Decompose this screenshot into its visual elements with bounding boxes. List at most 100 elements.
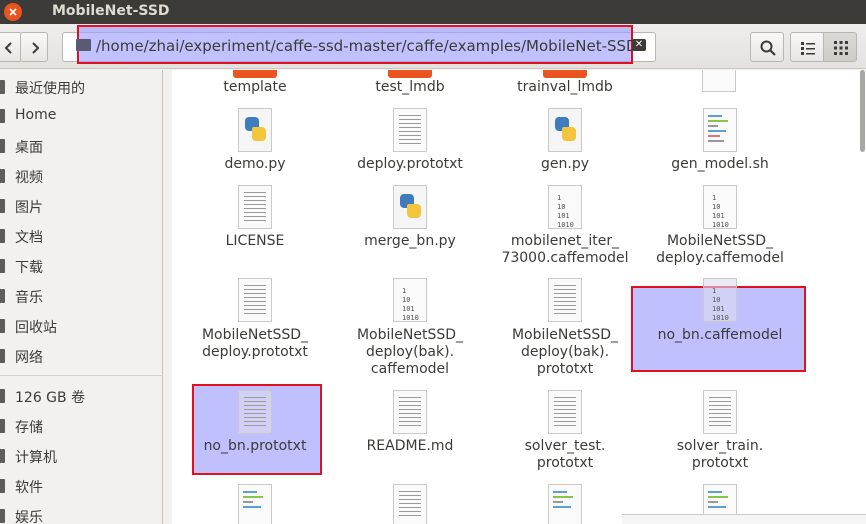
grid-view-button[interactable] <box>823 32 857 62</box>
file-name: MobileNetSSD_ deploy(bak). prototxt <box>511 327 619 377</box>
file-name: test_lmdb <box>375 79 445 95</box>
binary-file-icon: 1 10 101 1010 <box>393 278 427 322</box>
sidebar-item-storage[interactable]: 存储 <box>0 413 160 439</box>
file-name: LICENSE <box>225 233 285 249</box>
sidebar-item-recent[interactable]: 最近使用的 <box>0 74 160 100</box>
folder-icon <box>543 70 587 78</box>
chevron-right-icon <box>32 42 40 54</box>
drive-icon <box>0 389 5 403</box>
sidebar-divider <box>0 375 163 376</box>
sidebar-item-entertainment[interactable]: 娱乐 <box>0 503 160 524</box>
close-icon <box>9 8 17 16</box>
sidebar-item-home[interactable]: Home <box>0 103 160 129</box>
sidebar-item-pictures[interactable]: 图片 <box>0 193 160 219</box>
sidebar-item-downloads[interactable]: 下载 <box>0 253 160 279</box>
sidebar-item-desktop[interactable]: 桌面 <box>0 133 160 159</box>
text-file-icon <box>238 390 272 434</box>
sidebar-item-label: 回收站 <box>15 320 57 336</box>
text-file-icon <box>703 390 737 434</box>
drive-icon <box>0 509 5 523</box>
folder-icon <box>76 39 91 51</box>
sidebar-item-label: Home <box>15 107 57 123</box>
text-file-icon <box>393 484 427 524</box>
file-name: solver_test. prototxt <box>524 438 606 471</box>
computer-icon <box>0 449 5 463</box>
script-file-icon <box>703 108 737 152</box>
network-icon <box>0 349 5 363</box>
sidebar-item-label: 桌面 <box>15 140 43 156</box>
sidebar-item-documents[interactable]: 文档 <box>0 223 160 249</box>
sidebar-item-volume-126gb[interactable]: 126 GB 卷 <box>0 383 160 409</box>
vertical-scrollbar[interactable] <box>858 70 866 524</box>
drive-icon <box>0 419 5 433</box>
file-name: no_bn.caffemodel <box>657 327 783 343</box>
python-file-icon <box>548 108 582 152</box>
file-name: gen.py <box>541 156 589 172</box>
python-file-icon <box>238 108 272 152</box>
status-overlay <box>622 514 866 524</box>
python-file-icon <box>393 185 427 229</box>
sidebar-item-label: 计算机 <box>15 450 57 466</box>
sidebar-item-trash[interactable]: 回收站 <box>0 313 160 339</box>
text-file-icon <box>548 390 582 434</box>
scrollbar-thumb[interactable] <box>860 70 865 152</box>
text-file-icon <box>238 185 272 229</box>
file-name: demo.py <box>224 156 286 172</box>
search-button[interactable] <box>750 32 784 62</box>
text-file-icon <box>393 390 427 434</box>
list-view-icon <box>801 42 815 55</box>
sidebar-item-label: 网络 <box>15 350 43 366</box>
home-icon <box>0 109 5 123</box>
binary-file-icon: 1 10 101 1010 <box>703 185 737 229</box>
file-name: MobileNetSSD_ deploy.caffemodel <box>656 233 784 266</box>
sidebar-item-network[interactable]: 网络 <box>0 343 160 369</box>
close-window-button[interactable] <box>4 3 22 21</box>
sidebar-item-label: 存储 <box>15 420 43 436</box>
forward-button[interactable] <box>20 32 48 62</box>
file-name: gen_model.sh <box>671 156 769 172</box>
script-file-icon <box>548 484 582 524</box>
sidebar-item-label: 娱乐 <box>15 510 43 524</box>
sidebar: 最近使用的 Home 桌面 视频 图片 文档 下载 音乐 回收站 网络 126 … <box>0 70 163 524</box>
binary-file-icon: 1 10 101 1010 <box>703 278 737 322</box>
back-button[interactable] <box>0 32 22 62</box>
binary-file-icon: 1 10 101 1010 <box>548 185 582 229</box>
location-path-text[interactable]: /home/zhai/experiment/caffe-ssd-master/c… <box>96 37 638 55</box>
sidebar-item-label: 软件 <box>15 480 43 496</box>
file-name: template <box>223 79 287 95</box>
file-name: no_bn.prototxt <box>203 438 307 454</box>
file-manager-window: MobileNet-SSD /home/zhai/experiment/caff… <box>0 0 866 524</box>
folder-icon <box>702 70 736 92</box>
sidebar-item-music[interactable]: 音乐 <box>0 283 160 309</box>
file-name: merge_bn.py <box>364 233 456 249</box>
sidebar-item-label: 音乐 <box>15 290 43 306</box>
sidebar-item-label: 视频 <box>15 170 43 186</box>
sidebar-item-label: 下载 <box>15 260 43 276</box>
text-file-icon <box>238 278 272 322</box>
document-icon <box>0 229 5 243</box>
file-name: trainval_lmdb <box>517 79 613 95</box>
sidebar-item-computer[interactable]: 计算机 <box>0 443 160 469</box>
video-icon <box>0 169 5 183</box>
folder-icon <box>233 70 277 78</box>
script-file-icon <box>238 484 272 524</box>
file-name: mobilenet_iter_ 73000.caffemodel <box>501 233 629 266</box>
drive-icon <box>0 479 5 493</box>
trash-icon <box>0 319 5 333</box>
file-name: MobileNetSSD_ deploy(bak). caffemodel <box>356 327 464 377</box>
music-icon <box>0 289 5 303</box>
sidebar-item-label: 图片 <box>15 200 43 216</box>
window-title: MobileNet-SSD <box>52 3 170 19</box>
sidebar-item-software[interactable]: 软件 <box>0 473 160 499</box>
folder-icon <box>388 70 432 78</box>
desktop-icon <box>0 139 5 153</box>
sidebar-item-label: 最近使用的 <box>15 81 85 97</box>
file-name: MobileNetSSD_ deploy.prototxt <box>201 327 309 360</box>
clear-location-icon[interactable]: ✕ <box>632 39 646 51</box>
clock-icon <box>0 80 5 94</box>
file-name: solver_train. prototxt <box>676 438 764 471</box>
sidebar-item-label: 文档 <box>15 230 43 246</box>
sidebar-item-videos[interactable]: 视频 <box>0 163 160 189</box>
sidebar-item-label: 126 GB 卷 <box>15 390 86 406</box>
list-view-button[interactable] <box>790 32 824 62</box>
